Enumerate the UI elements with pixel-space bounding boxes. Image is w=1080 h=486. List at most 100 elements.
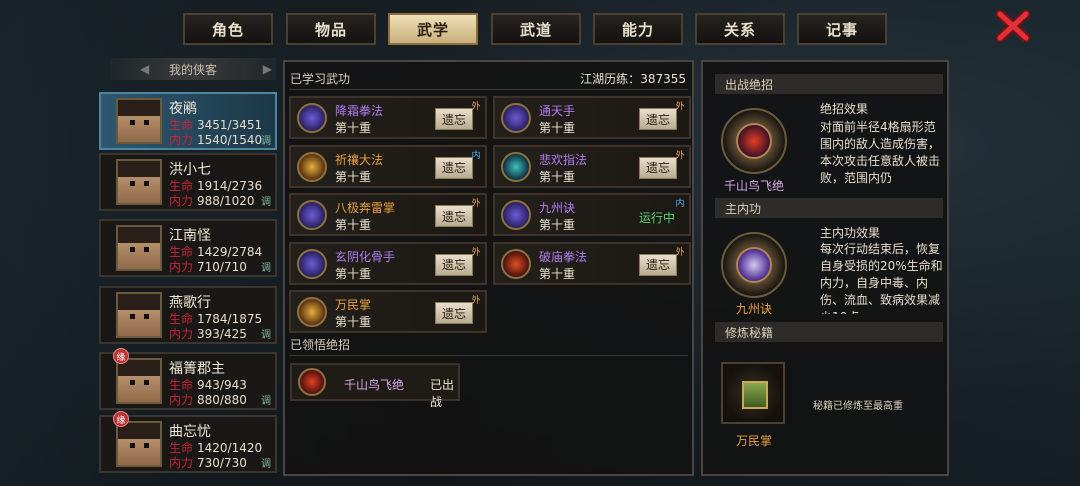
- chevron-left-icon[interactable]: ◀: [140, 62, 149, 76]
- tab-1[interactable]: 角色: [183, 13, 273, 45]
- people-palm-icon: [297, 297, 327, 327]
- hero-name: 曲忘忧: [169, 424, 211, 440]
- adjust-button[interactable]: 调: [261, 455, 271, 470]
- tab-7[interactable]: 记事: [797, 13, 887, 45]
- ultimate-name: 千山鸟飞绝: [344, 378, 405, 392]
- tab-4[interactable]: 武道: [491, 13, 581, 45]
- skill-item[interactable]: 八极奔雷掌第十重 遗忘外: [289, 193, 487, 236]
- mp-label: 内力: [169, 456, 194, 470]
- hp-value: 1420/1420: [197, 441, 263, 455]
- forget-button[interactable]: 遗忘: [435, 205, 473, 227]
- ultimate-item[interactable]: 千山鸟飞绝 已出战: [290, 363, 460, 409]
- skill-item[interactable]: 悲欢指法 第十重 遗忘外: [493, 144, 691, 188]
- skill-type-tag: 外: [675, 150, 685, 161]
- frost-fist-icon: [297, 103, 327, 133]
- manual-name: 万民掌: [735, 434, 772, 448]
- skill-level: 第十重: [335, 218, 372, 232]
- skill-type-tag: 外: [471, 199, 481, 209]
- ultimate-status: 已出战: [430, 378, 455, 409]
- avatar: [116, 292, 162, 338]
- skill-item[interactable]: 降霜拳法 第十重 遗忘外: [289, 96, 487, 139]
- ultimate-skill-icon: [298, 368, 326, 396]
- inner-skill-medal[interactable]: [721, 232, 787, 298]
- hp-label: 生命: [169, 378, 194, 392]
- skill-level: 第十重: [335, 169, 372, 184]
- battle-skill-header: 出战绝招: [715, 74, 943, 94]
- chevron-right-icon[interactable]: ▶: [263, 62, 272, 76]
- hero-mp: 内力 1540/1540: [169, 131, 262, 148]
- skill-level: 第十重: [539, 266, 576, 281]
- mp-value: 1540/1540: [197, 133, 263, 147]
- battle-skill-name: 千山鸟飞绝: [723, 179, 784, 193]
- hp-value: 943/943: [197, 378, 247, 392]
- hp-label: 生命: [169, 179, 194, 193]
- forget-button[interactable]: 遗忘: [435, 156, 473, 179]
- mp-value: 710/710: [197, 260, 247, 274]
- hero-card[interactable]: 洪小七 生命 1914/2736 内力 988/1020 调: [99, 153, 277, 211]
- hero-mp: 内力 710/710: [169, 258, 247, 275]
- adjust-button[interactable]: 调: [261, 326, 271, 341]
- adjust-button[interactable]: 调: [261, 193, 271, 208]
- forget-button[interactable]: 遗忘: [639, 108, 677, 130]
- hero-name: 燕歌行: [169, 295, 211, 311]
- skill-name: 九州诀: [539, 201, 576, 215]
- skill-item[interactable]: 破庙拳法 第十重 遗忘外: [493, 241, 691, 285]
- skill-item[interactable]: 玄阴化骨手 第十重 遗忘外: [289, 241, 487, 285]
- adjust-button[interactable]: 调: [261, 132, 271, 147]
- hero-card[interactable]: 燕歌行 生命 1784/1875 内力 393/425 调: [99, 286, 277, 344]
- nine-states-icon: [736, 247, 772, 283]
- adjust-button[interactable]: 调: [261, 392, 271, 407]
- hero-card[interactable]: 缘福箐郡主 生命 943/943 内力 880/880 调: [99, 348, 277, 410]
- tab-3[interactable]: 武学: [388, 13, 478, 45]
- equipped-panel: 出战绝招 千山鸟飞绝 绝招效果 对面前半径4格扇形范围内的敌人造成伤害，本次攻击…: [701, 60, 949, 476]
- inner-skill-header: 主内功: [715, 198, 943, 218]
- mp-label: 内力: [169, 194, 194, 208]
- inner-effect-text: 每次行动结束后，恢复自身受损的20%生命和内力，自身中毒、内伤、流血、致病效果减…: [820, 242, 943, 314]
- forget-button[interactable]: 遗忘: [435, 253, 473, 276]
- skill-name: 玄阴化骨手: [335, 249, 396, 264]
- skill-type-tag: 内: [675, 199, 685, 209]
- skill-level: 第十重: [335, 266, 372, 281]
- battle-effect-title: 绝招效果: [820, 102, 869, 116]
- skill-item[interactable]: 万民掌 第十重 遗忘外: [289, 290, 487, 333]
- mp-label: 内力: [169, 260, 194, 274]
- hp-label: 生命: [169, 118, 194, 132]
- experience-value: 387355: [640, 72, 686, 86]
- skill-level: 第十重: [335, 315, 372, 329]
- skill-item[interactable]: 九州诀 第十重 运行中内: [493, 193, 691, 236]
- mp-label: 内力: [169, 393, 194, 407]
- bond-badge: 缘: [113, 348, 129, 364]
- hero-mp: 内力 730/730: [169, 454, 247, 471]
- hero-card[interactable]: 缘曲忘忧 生命 1420/1420 内力 730/730 调: [99, 411, 277, 473]
- skill-name: 破庙拳法: [539, 249, 588, 264]
- tab-2[interactable]: 物品: [286, 13, 376, 45]
- avatar: [116, 358, 162, 404]
- hero-card[interactable]: 江南怪 生命 1429/2784 内力 710/710 调: [99, 219, 277, 277]
- hp-value: 1429/2784: [197, 245, 263, 259]
- adjust-button[interactable]: 调: [261, 259, 271, 274]
- forget-button[interactable]: 遗忘: [639, 156, 677, 179]
- mp-label: 内力: [169, 133, 194, 147]
- dark-hand-icon: [297, 248, 327, 279]
- tab-5[interactable]: 能力: [593, 13, 683, 45]
- skill-item[interactable]: 祈禳大法 第十重 遗忘内: [289, 144, 487, 188]
- tab-6[interactable]: 关系: [695, 13, 785, 45]
- skill-name: 八极奔雷掌: [335, 201, 396, 215]
- forget-button[interactable]: 遗忘: [639, 253, 677, 276]
- bond-badge: 缘: [113, 411, 129, 427]
- mp-value: 880/880: [197, 393, 247, 407]
- hero-card[interactable]: 夜鹇 生命 3451/3451 内力 1540/1540 调: [99, 92, 277, 150]
- prayer-icon: [297, 151, 327, 182]
- skill-item[interactable]: 通天手 第十重 遗忘外: [493, 96, 691, 139]
- close-icon[interactable]: [996, 10, 1030, 42]
- ultimate-emblem-icon: [736, 123, 772, 159]
- divider: [289, 89, 688, 90]
- heroes-header-label: 我的侠客: [168, 62, 217, 77]
- manual-frame[interactable]: [721, 362, 785, 424]
- skill-level: 第十重: [539, 121, 576, 135]
- forget-button[interactable]: 遗忘: [435, 108, 473, 130]
- skill-type-tag: 内: [471, 150, 481, 161]
- battle-skill-medal[interactable]: [721, 108, 787, 174]
- hp-label: 生命: [169, 245, 194, 259]
- forget-button[interactable]: 遗忘: [435, 302, 473, 324]
